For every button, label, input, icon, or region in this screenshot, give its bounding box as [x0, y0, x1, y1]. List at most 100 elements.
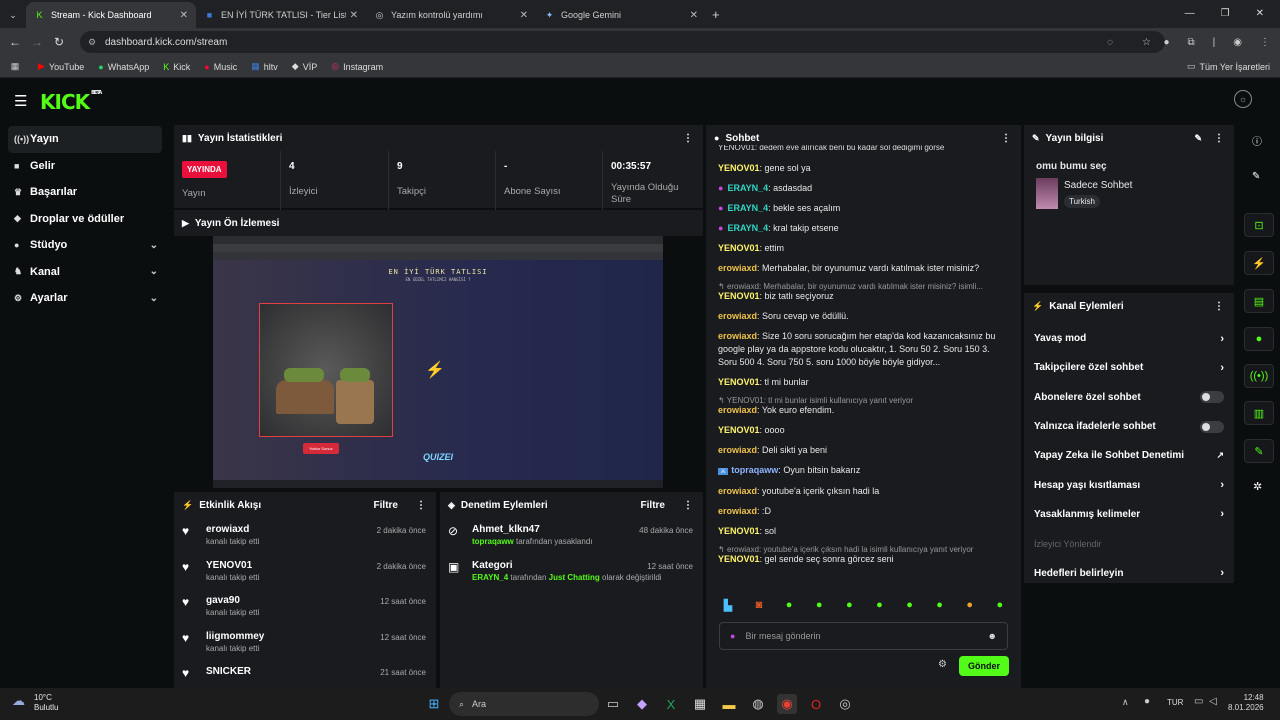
bookmark-item[interactable]: ▦ hltv — [251, 61, 278, 72]
clock[interactable]: 12:48 8.01.2026 — [1228, 693, 1264, 713]
moderation-target[interactable]: Ahmet_klkn47 — [472, 524, 593, 535]
display-icon[interactable]: ▭ — [1194, 696, 1203, 707]
microphone-icon[interactable]: ● — [1144, 696, 1150, 707]
channel-action-item[interactable]: Yasaklanmış kelimeler › — [1024, 500, 1234, 529]
windows-start-icon[interactable]: ⊞ — [424, 694, 444, 714]
bookmark-item[interactable]: K Kick — [163, 61, 190, 72]
activity-user[interactable]: erowiaxd — [206, 524, 259, 535]
menu-icon[interactable]: ⋮ — [1260, 37, 1270, 48]
chat-settings-icon[interactable]: ⚙ — [938, 659, 947, 670]
chevron-down-icon[interactable]: ⌄ — [150, 293, 158, 304]
apps-grid-icon[interactable]: ▦ — [2, 61, 28, 72]
taskbar-search[interactable]: ⌕ Ara — [449, 692, 599, 716]
rail-settings-icon[interactable]: ✲ — [1253, 480, 1262, 493]
emote-icon-8[interactable]: ● — [936, 599, 943, 612]
rail-chat-icon[interactable]: ● — [1244, 327, 1274, 351]
channel-action-item[interactable]: Abonelere özel sohbet — [1024, 383, 1234, 412]
activity-user[interactable]: SNICKER — [206, 666, 251, 677]
chrome-icon[interactable]: ◉ — [777, 694, 797, 714]
app-icon[interactable]: ◎ — [835, 694, 855, 714]
chat-username[interactable]: YENOV01 — [718, 163, 760, 173]
toggle-switch[interactable] — [1200, 391, 1224, 404]
chat-username[interactable]: erowiaxd — [718, 405, 757, 415]
moderation-actor[interactable]: topraqaww — [472, 537, 514, 546]
browser-tab[interactable]: ✦ Google Gemini ✕ — [536, 2, 706, 28]
moderation-category[interactable]: Just Chatting — [549, 573, 600, 582]
store-icon[interactable]: ▦ — [690, 694, 710, 714]
sidebar-item[interactable]: ■ Gelir — [0, 153, 170, 180]
chat-username[interactable]: YENOV01 — [718, 291, 760, 301]
moderation-filter-button[interactable]: Filtre — [641, 500, 665, 511]
puzzle-icon[interactable]: ⧉ — [1188, 37, 1195, 48]
toggle-switch[interactable] — [1200, 420, 1224, 433]
steam-icon[interactable]: ◍ — [748, 694, 768, 714]
emote-icon-3[interactable]: ● — [786, 599, 793, 612]
send-button[interactable]: Gönder — [959, 656, 1009, 676]
chat-username[interactable]: erowiaxd — [718, 506, 757, 516]
chat-username[interactable]: erowiaxd — [718, 263, 757, 273]
tab-search-icon[interactable]: ⌄ — [0, 10, 26, 21]
emote-icon-2[interactable]: ◙ — [756, 599, 763, 612]
chat-menu-icon[interactable]: ⋮ — [1001, 133, 1011, 144]
eye-off-icon[interactable]: ◌ — [1107, 37, 1113, 48]
activity-filter-button[interactable]: Filtre — [374, 500, 398, 511]
emoji-icon[interactable]: ☻ — [988, 631, 997, 641]
edit-icon[interactable]: ✎ — [1194, 133, 1202, 144]
chat-input[interactable]: ● Bir mesaj gönderin ☻ — [719, 622, 1008, 650]
opera-icon[interactable]: O — [806, 694, 826, 714]
new-tab-button[interactable]: + — [712, 7, 720, 22]
chat-username[interactable]: ERAYN_4 — [727, 183, 768, 193]
chat-username[interactable]: YENOV01 — [718, 526, 760, 536]
excel-icon[interactable]: X — [661, 694, 681, 714]
chat-username[interactable]: YENOV01 — [718, 425, 760, 435]
rail-wrench-icon[interactable]: ✎ — [1244, 439, 1274, 463]
channel-action-item[interactable]: Yavaş mod › — [1024, 324, 1234, 353]
reload-icon[interactable]: ↻ — [48, 35, 70, 49]
emote-icon-7[interactable]: ● — [906, 599, 913, 612]
chat-username[interactable]: YENOV01 — [718, 377, 760, 387]
browser-tab[interactable]: ◎ Yazım kontrolü yardımı ✕ — [366, 2, 536, 28]
channel-actions-menu-icon[interactable]: ⋮ — [1214, 301, 1224, 312]
site-info-icon[interactable]: ⚙ — [88, 37, 96, 48]
activity-user[interactable]: YENOV01 — [206, 560, 259, 571]
url-bar[interactable]: ⚙ dashboard.kick.com/stream ◌ ☆ — [80, 31, 1165, 53]
activity-user[interactable]: gava90 — [206, 595, 259, 606]
channel-action-item[interactable]: Yalnızca ifadelerle sohbet — [1024, 412, 1234, 441]
moderation-target[interactable]: Kategori — [472, 560, 662, 571]
tag-chip[interactable]: Turkish — [1064, 195, 1100, 208]
bookmark-item[interactable]: ● Music — [204, 61, 237, 72]
info-icon[interactable]: ⓘ — [1252, 133, 1262, 148]
channel-action-item[interactable]: Hedefleri belirleyin › — [1024, 558, 1234, 587]
speaker-icon[interactable]: ◁ — [1209, 696, 1217, 707]
bookmark-item[interactable]: ▶ YouTube — [38, 61, 84, 72]
moderation-menu-icon[interactable]: ⋮ — [683, 500, 693, 511]
sidebar-item[interactable]: ♛ Başarılar — [0, 179, 170, 206]
tab-close-icon[interactable]: ✕ — [520, 10, 528, 21]
activity-user[interactable]: liigmommey — [206, 631, 264, 642]
task-view-icon[interactable]: ▭ — [603, 694, 623, 714]
emote-icon-6[interactable]: ● — [876, 599, 883, 612]
chat-username[interactable]: ERAYN_4 — [727, 203, 768, 213]
chat-username[interactable]: erowiaxd — [718, 486, 757, 496]
chevron-down-icon[interactable]: ⌄ — [150, 240, 158, 251]
external-link-icon[interactable]: ↗ — [1216, 450, 1224, 461]
chat-username[interactable]: ERAYN_4 — [727, 223, 768, 233]
channel-action-item[interactable]: Hesap yaşı kısıtlaması › — [1024, 470, 1234, 499]
user-avatar[interactable]: ☼ — [1234, 90, 1252, 108]
emote-icon-5[interactable]: ● — [846, 599, 853, 612]
bookmark-item[interactable]: ◆ VİP — [292, 61, 317, 72]
star-icon[interactable]: ☆ — [1142, 37, 1151, 48]
all-bookmarks[interactable]: ▭ Tüm Yer İşaretleri — [1187, 61, 1270, 72]
emote-icon-1[interactable]: ▙ — [724, 599, 732, 612]
stats-menu-icon[interactable]: ⋮ — [683, 133, 693, 144]
stream-info-menu-icon[interactable]: ⋮ — [1214, 133, 1224, 144]
weather-widget[interactable]: 10°C Bulutlu — [34, 693, 58, 713]
emote-icon-10[interactable]: ● — [997, 599, 1004, 612]
tray-chevron-icon[interactable]: ∧ — [1122, 697, 1129, 708]
kick-logo[interactable]: KICK BETA — [40, 90, 102, 114]
chat-username[interactable]: YENOV01 — [718, 554, 760, 564]
rail-broadcast-icon[interactable]: ((•)) — [1244, 364, 1274, 388]
bookmark-item[interactable]: ◎ Instagram — [331, 61, 383, 72]
rail-layout-icon[interactable]: ▥ — [1244, 401, 1274, 425]
tab-close-icon[interactable]: ✕ — [690, 10, 698, 21]
